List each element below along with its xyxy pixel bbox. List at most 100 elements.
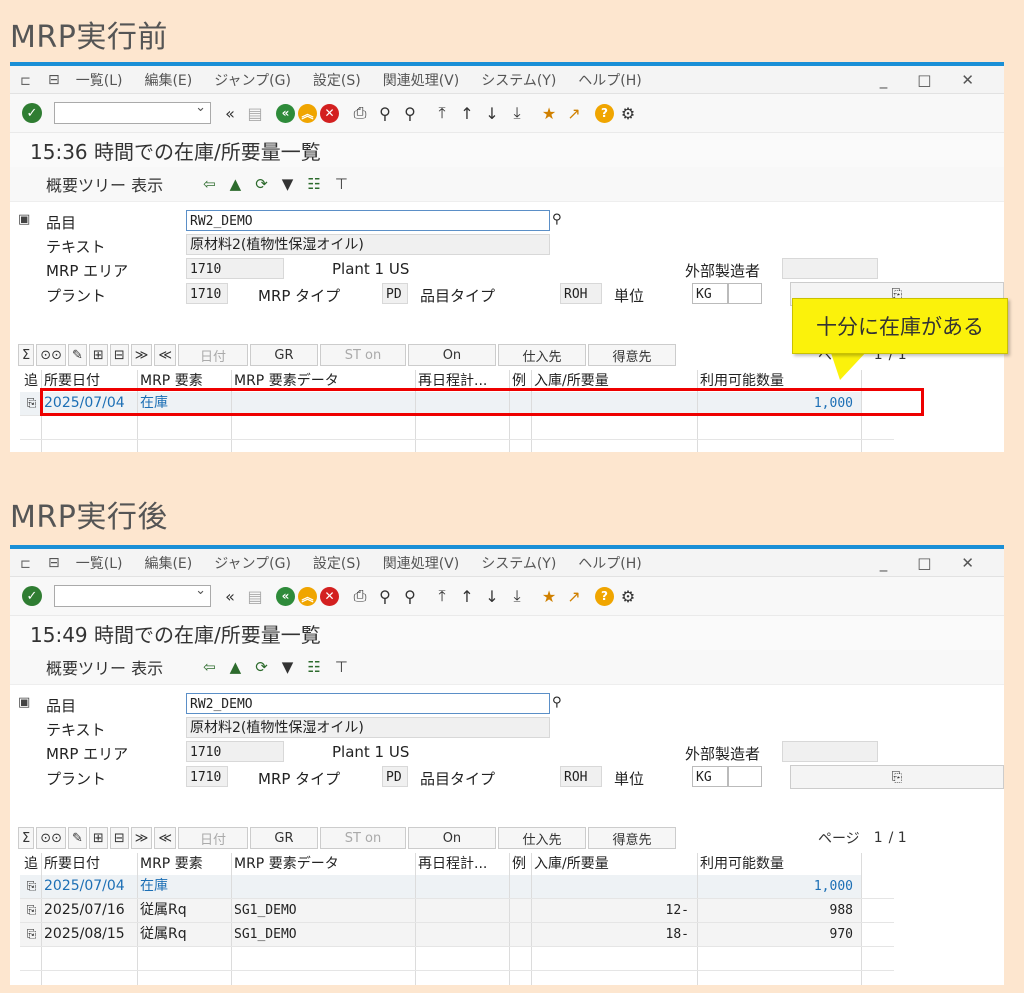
table-row[interactable]: ⎘ 2025/07/04 在庫 1,000	[20, 875, 894, 899]
menu-edit[interactable]: 編集(E)	[144, 70, 192, 90]
glasses-icon[interactable]: ⊙⊙	[36, 827, 67, 849]
date-button[interactable]: 日付	[177, 344, 248, 366]
date-button[interactable]: 日付	[177, 827, 248, 849]
overview-tree-button[interactable]: 概要ツリー 表示	[46, 172, 163, 196]
collapse-all-icon[interactable]: ≪	[154, 344, 176, 366]
collapse-header-icon[interactable]: ▣	[18, 212, 30, 227]
help-icon[interactable]: ?	[595, 586, 614, 606]
gr-button[interactable]: GR	[249, 344, 318, 366]
first-page-icon[interactable]: ⤒	[431, 585, 453, 607]
first-page-icon[interactable]: ⤒	[431, 102, 453, 124]
table-row[interactable]: ⎘ 2025/07/16 従属Rq SG1_DEMO 12- 988	[20, 899, 894, 923]
exit-icon[interactable]: ︽	[298, 103, 317, 123]
cancel-icon[interactable]: ✕	[320, 103, 339, 123]
gr-button[interactable]: GR	[249, 827, 318, 849]
back-icon[interactable]: «	[276, 586, 295, 606]
menu-settings[interactable]: 設定(S)	[313, 70, 361, 90]
col-append-header[interactable]: 追	[20, 370, 42, 392]
collapse-header-icon[interactable]: ▣	[18, 695, 30, 710]
next-page-icon[interactable]: ↓	[481, 585, 503, 607]
st-on-button[interactable]: ST on	[319, 344, 406, 366]
customer-button[interactable]: 得意先	[587, 827, 676, 849]
filter-icon[interactable]: ▼	[282, 658, 294, 676]
save-icon[interactable]: ▤	[244, 102, 266, 124]
menu-list[interactable]: 一覧(L)	[76, 70, 123, 90]
search-help-icon[interactable]: ⚲	[552, 212, 562, 227]
row-detail-icon[interactable]: ⎘	[20, 875, 42, 898]
menu-icon[interactable]: ⊏	[20, 557, 34, 572]
graphic-icon[interactable]: ▲	[230, 658, 242, 676]
overview-tree-button[interactable]: 概要ツリー 表示	[46, 655, 163, 679]
detail-icon[interactable]: ⇦	[203, 175, 216, 193]
next-page-icon[interactable]: ↓	[481, 102, 503, 124]
col-reschedule-header[interactable]: 再日程計...	[416, 853, 510, 875]
glasses-icon[interactable]: ⊙⊙	[36, 344, 67, 366]
customer-button[interactable]: 得意先	[587, 344, 676, 366]
plan-icon[interactable]: ☷	[307, 175, 320, 193]
on-button[interactable]: On	[407, 344, 496, 366]
detail-icon[interactable]: ⇦	[203, 658, 216, 676]
menu-help[interactable]: ヘルプ(H)	[578, 553, 641, 573]
menu-edit[interactable]: 編集(E)	[144, 553, 192, 573]
st-on-button[interactable]: ST on	[319, 827, 406, 849]
find-next-icon[interactable]: ⚲	[399, 102, 421, 124]
material-input[interactable]: RW2_DEMO	[186, 210, 550, 231]
menu-help[interactable]: ヘルプ(H)	[578, 70, 641, 90]
sum-icon[interactable]: Σ	[18, 344, 35, 366]
last-page-icon[interactable]: ⤓	[506, 102, 528, 124]
expand-all-icon[interactable]: ≫	[130, 344, 153, 366]
col-available-header[interactable]: 利用可能数量	[698, 853, 862, 875]
vendor-button[interactable]: 仕入先	[497, 827, 586, 849]
menu-jump[interactable]: ジャンプ(G)	[214, 70, 291, 90]
bookmark-icon[interactable]: ★	[538, 585, 560, 607]
print-icon[interactable]: ⎙	[349, 585, 371, 607]
collapse-all-icon[interactable]: ≪	[154, 827, 176, 849]
expand-icon[interactable]: ⊞	[88, 827, 108, 849]
material-input[interactable]: RW2_DEMO	[186, 693, 550, 714]
pencil-icon[interactable]: ✎	[68, 344, 87, 366]
menu-system[interactable]: システム(Y)	[481, 553, 556, 573]
enter-icon[interactable]: ✓	[22, 103, 42, 123]
shortcut-icon[interactable]: ↗	[563, 102, 585, 124]
find-icon[interactable]: ⚲	[374, 102, 396, 124]
menu-related[interactable]: 関連処理(V)	[383, 553, 460, 573]
previous-page-icon[interactable]: ↑	[456, 102, 478, 124]
expand-all-icon[interactable]: ≫	[130, 827, 153, 849]
command-field[interactable]	[54, 583, 211, 607]
shortcut-icon[interactable]: ↗	[563, 585, 585, 607]
col-date-header[interactable]: 所要日付	[42, 853, 138, 875]
col-mrp-element-header[interactable]: MRP 要素	[138, 853, 232, 875]
row-detail-icon[interactable]: ⎘	[20, 923, 42, 946]
minimize-icon[interactable]: _	[880, 71, 888, 89]
vendor-button[interactable]: 仕入先	[497, 344, 586, 366]
expand-icon[interactable]: ⊞	[88, 344, 108, 366]
menu-list[interactable]: 一覧(L)	[76, 553, 123, 573]
system-menu-icon[interactable]: ⊟	[48, 555, 60, 571]
row-detail-icon[interactable]: ⎘	[20, 899, 42, 922]
row-detail-icon[interactable]: ⎘	[20, 392, 42, 415]
back-double-icon[interactable]: «	[219, 585, 241, 607]
minimize-icon[interactable]: _	[880, 554, 888, 572]
menu-jump[interactable]: ジャンプ(G)	[214, 553, 291, 573]
last-page-icon[interactable]: ⤓	[506, 585, 528, 607]
filter-settings-icon[interactable]: ⊤	[335, 658, 348, 676]
sum-icon[interactable]: Σ	[18, 827, 35, 849]
refresh-icon[interactable]: ⟳	[255, 175, 268, 193]
plan-icon[interactable]: ☷	[307, 658, 320, 676]
settings-gear-icon[interactable]: ⚙	[617, 102, 639, 124]
col-exception-header[interactable]: 例	[510, 853, 532, 875]
close-icon[interactable]: ✕	[961, 71, 974, 89]
collapse-icon[interactable]: ⊟	[109, 827, 129, 849]
exit-icon[interactable]: ︽	[298, 586, 317, 606]
col-receipt-req-header[interactable]: 入庫/所要量	[532, 853, 698, 875]
settings-gear-icon[interactable]: ⚙	[617, 585, 639, 607]
menu-related[interactable]: 関連処理(V)	[383, 70, 460, 90]
table-row[interactable]: ⎘ 2025/08/15 従属Rq SG1_DEMO 18- 970	[20, 923, 894, 947]
collapse-icon[interactable]: ⊟	[109, 344, 129, 366]
print-icon[interactable]: ⎙	[349, 102, 371, 124]
save-icon[interactable]: ▤	[244, 585, 266, 607]
help-icon[interactable]: ?	[595, 103, 614, 123]
enter-icon[interactable]: ✓	[22, 586, 42, 606]
col-element-data-header[interactable]: MRP 要素データ	[232, 853, 416, 875]
maximize-icon[interactable]: □	[917, 554, 931, 572]
